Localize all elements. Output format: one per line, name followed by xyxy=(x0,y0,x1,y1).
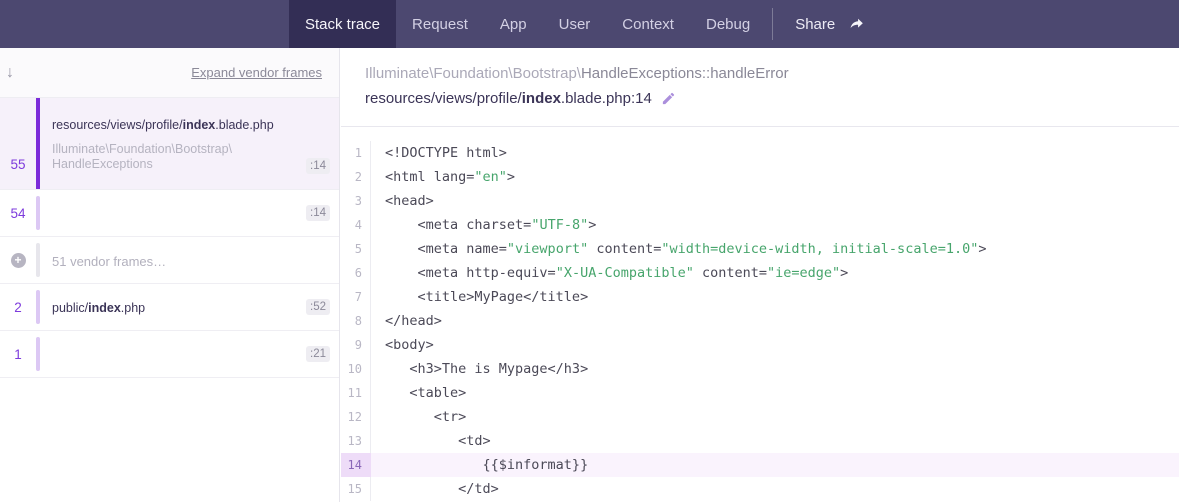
edit-pencil-icon[interactable] xyxy=(661,91,676,106)
nav-tabs: Stack traceRequestAppUserContextDebug xyxy=(289,0,766,48)
code-row-15: 15 </td> xyxy=(341,477,1179,501)
frame-number: 55 xyxy=(0,98,36,189)
code-line-text: <table> xyxy=(371,381,466,405)
frame-body: 51 vendor frames… xyxy=(40,237,339,283)
line-number-badge: :52 xyxy=(306,299,330,315)
line-number: 8 xyxy=(341,309,371,333)
code-row-1: 1<!DOCTYPE html> xyxy=(341,141,1179,165)
code-line-text: <title>MyPage</title> xyxy=(371,285,588,309)
line-number: 7 xyxy=(341,285,371,309)
code-line-text: <meta http-equiv="X-UA-Compatible" conte… xyxy=(371,261,848,285)
vendor-plus: + xyxy=(0,237,36,283)
frames-list: 55resources/views/profile/index.blade.ph… xyxy=(0,98,339,378)
code-row-9: 9<body> xyxy=(341,333,1179,357)
tab-request[interactable]: Request xyxy=(396,0,484,48)
frame-number: 54 xyxy=(0,190,36,236)
tab-app[interactable]: App xyxy=(484,0,543,48)
vendor-frames-toggle[interactable]: +51 vendor frames… xyxy=(0,237,339,284)
frame-body: resources/views/profile/index.blade.php I… xyxy=(40,98,339,189)
code-line-text: <h3>The is Mypage</h3> xyxy=(371,357,588,381)
code-row-14: 14 {{$informat}} xyxy=(341,453,1179,477)
tab-stack-trace[interactable]: Stack trace xyxy=(289,0,396,48)
main-panel: Illuminate\Foundation\Bootstrap\HandleEx… xyxy=(340,48,1179,502)
code-row-13: 13 <td> xyxy=(341,429,1179,453)
code-line-text: <!DOCTYPE html> xyxy=(371,141,507,165)
arrow-down-icon[interactable]: ↓ xyxy=(6,65,14,81)
line-number-badge: :21 xyxy=(306,346,330,362)
code-line-text: </head> xyxy=(371,309,442,333)
content-area: ↑ ↓ Expand vendor frames 55resources/vie… xyxy=(0,48,1179,502)
ignition-error-page: Stack traceRequestAppUserContextDebug Sh… xyxy=(0,0,1179,502)
top-nav: Stack traceRequestAppUserContextDebug Sh… xyxy=(0,0,1179,48)
code-line-text: <td> xyxy=(371,429,491,453)
frame-body: public/index.php xyxy=(40,284,339,330)
line-number: 2 xyxy=(341,165,371,189)
tab-context[interactable]: Context xyxy=(606,0,690,48)
code-row-7: 7 <title>MyPage</title> xyxy=(341,285,1179,309)
line-number: 3 xyxy=(341,189,371,213)
tab-user[interactable]: User xyxy=(543,0,607,48)
method-namespace: Illuminate\Foundation\Bootstrap\ xyxy=(365,65,581,82)
line-number: 15 xyxy=(341,477,371,501)
line-number: 6 xyxy=(341,261,371,285)
code-row-2: 2<html lang="en"> xyxy=(341,165,1179,189)
stack-frame-1[interactable]: 1 :21 xyxy=(0,331,339,378)
arrow-up-icon[interactable]: ↑ xyxy=(0,65,1,81)
code-row-11: 11 <table> xyxy=(341,381,1179,405)
file-path: resources/views/profile/index.blade.php:… xyxy=(365,86,652,111)
code-row-5: 5 <meta name="viewport" content="width=d… xyxy=(341,237,1179,261)
frame-number: 2 xyxy=(0,284,36,330)
line-number: 11 xyxy=(341,381,371,405)
code-line-text: </td> xyxy=(371,477,499,501)
exception-header: Illuminate\Foundation\Bootstrap\HandleEx… xyxy=(340,48,1179,126)
sidebar-header: ↑ ↓ Expand vendor frames xyxy=(0,48,339,98)
frame-number: 1 xyxy=(0,331,36,377)
stack-frames-sidebar: ↑ ↓ Expand vendor frames 55resources/vie… xyxy=(0,48,340,502)
code-row-8: 8</head> xyxy=(341,309,1179,333)
code-line-text: <meta charset="UTF-8"> xyxy=(371,213,596,237)
code-row-4: 4 <meta charset="UTF-8"> xyxy=(341,213,1179,237)
nav-divider xyxy=(772,8,773,40)
code-line-text: <html lang="en"> xyxy=(371,165,515,189)
line-number: 14 xyxy=(341,453,371,477)
frame-class-name: Illuminate\Foundation\Bootstrap\HandleEx… xyxy=(52,142,274,172)
code-line-text: <head> xyxy=(371,189,434,213)
frame-file-path: resources/views/profile/index.blade.php xyxy=(52,118,295,132)
code-row-3: 3<head> xyxy=(341,189,1179,213)
line-number: 12 xyxy=(341,405,371,429)
line-number: 13 xyxy=(341,429,371,453)
frame-body xyxy=(40,190,339,236)
line-number: 10 xyxy=(341,357,371,381)
code-row-10: 10 <h3>The is Mypage</h3> xyxy=(341,357,1179,381)
code-line-text: <meta name="viewport" content="width=dev… xyxy=(371,237,986,261)
line-number: 9 xyxy=(341,333,371,357)
frame-body xyxy=(40,331,339,377)
share-arrow-icon xyxy=(848,16,866,32)
stack-frame-2[interactable]: 2 public/index.php :52 xyxy=(0,284,339,331)
method-name: HandleExceptions::handleError xyxy=(581,65,789,82)
expand-vendor-frames-link[interactable]: Expand vendor frames xyxy=(191,65,322,80)
share-button[interactable]: Share xyxy=(779,0,882,48)
file-path-line: resources/views/profile/index.blade.php:… xyxy=(365,86,1179,111)
line-number-badge: :14 xyxy=(306,158,330,174)
stack-frame-54[interactable]: 54 :14 xyxy=(0,190,339,237)
stack-frame-55[interactable]: 55resources/views/profile/index.blade.ph… xyxy=(0,98,339,190)
code-line-text: <tr> xyxy=(371,405,466,429)
code-line-text: <body> xyxy=(371,333,434,357)
share-label: Share xyxy=(795,16,835,33)
line-number: 4 xyxy=(341,213,371,237)
tab-debug[interactable]: Debug xyxy=(690,0,766,48)
line-number: 1 xyxy=(341,141,371,165)
code-line-text: {{$informat}} xyxy=(371,453,588,477)
frame-file-path: public/index.php xyxy=(52,301,295,315)
vendor-frames-label: 51 vendor frames… xyxy=(52,254,295,269)
code-row-6: 6 <meta http-equiv="X-UA-Compatible" con… xyxy=(341,261,1179,285)
line-number: 5 xyxy=(341,237,371,261)
code-row-12: 12 <tr> xyxy=(341,405,1179,429)
plus-circle-icon: + xyxy=(11,253,26,268)
code-lines: 1<!DOCTYPE html>2<html lang="en">3<head>… xyxy=(341,141,1179,501)
code-viewer: 1<!DOCTYPE html>2<html lang="en">3<head>… xyxy=(341,126,1179,502)
exception-method: Illuminate\Foundation\Bootstrap\HandleEx… xyxy=(365,61,1179,86)
line-number-badge: :14 xyxy=(306,205,330,221)
